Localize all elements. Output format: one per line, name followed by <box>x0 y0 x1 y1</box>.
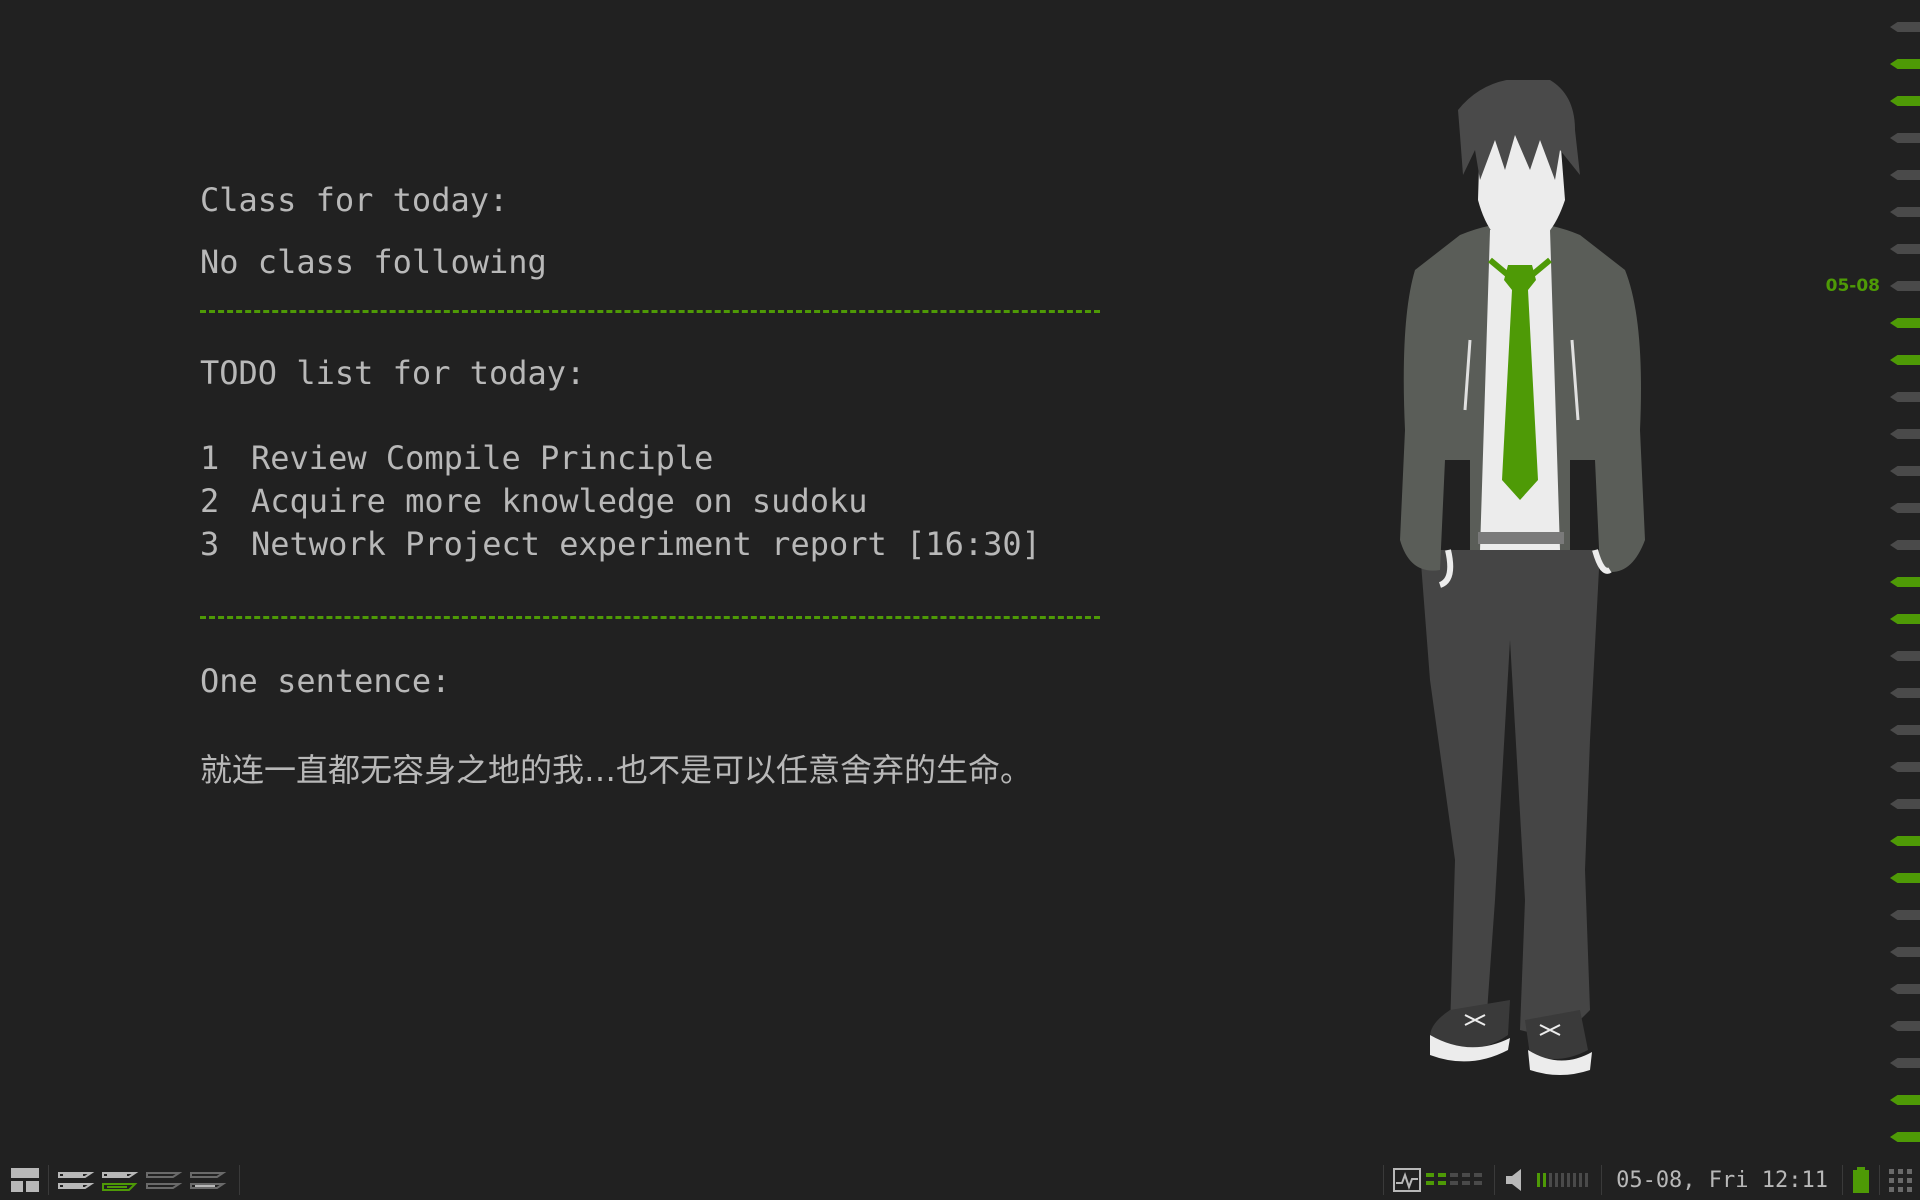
speaker-icon[interactable] <box>1503 1167 1531 1193</box>
cpu-usage-meter <box>1426 1173 1483 1185</box>
todo-text: Review Compile Principle <box>251 439 714 477</box>
divider <box>1601 1165 1603 1195</box>
timeline-mark <box>1890 651 1920 661</box>
todo-item: 2 Acquire more knowledge on sudoku <box>200 480 1120 523</box>
timeline-mark <box>1890 725 1920 735</box>
todo-item: 3 Network Project experiment report [16:… <box>200 523 1120 566</box>
timeline-mark <box>1890 688 1920 698</box>
timeline-mark <box>1890 984 1920 994</box>
timeline-mark <box>1890 762 1920 772</box>
timeline-mark <box>1890 910 1920 920</box>
todo-heading: TODO list for today: <box>200 354 586 392</box>
timeline-mark <box>1890 244 1920 254</box>
divider <box>1842 1165 1843 1195</box>
timeline-mark <box>1890 540 1920 550</box>
workspace-switcher <box>57 1167 231 1193</box>
workspace-2-icon[interactable] <box>101 1167 139 1193</box>
timeline-mark <box>1890 355 1920 365</box>
tile-layout-icon[interactable] <box>10 1167 40 1193</box>
timeline-mark <box>1890 577 1920 587</box>
grid-menu-icon[interactable] <box>1888 1167 1914 1193</box>
timeline-date-label: 05-08 <box>1825 276 1880 296</box>
sentence-text: 就连一直都无容身之地的我…也不是可以任意舍弃的生命。 <box>200 751 1033 789</box>
divider <box>239 1165 240 1195</box>
conky-text-panel: Class for today: No class following TODO… <box>200 180 1120 791</box>
timeline-mark <box>1890 614 1920 624</box>
workspace-3-icon[interactable] <box>145 1167 183 1193</box>
timeline-mark <box>1890 466 1920 476</box>
volume-level-bar[interactable] <box>1537 1167 1593 1193</box>
timeline-mark <box>1890 170 1920 180</box>
timeline-mark <box>1890 281 1920 291</box>
todo-number: 3 <box>200 525 220 563</box>
timeline-mark <box>1890 503 1920 513</box>
timeline-mark <box>1890 429 1920 439</box>
class-status: No class following <box>200 243 547 281</box>
timeline-mark <box>1890 1132 1920 1142</box>
timeline-mark <box>1890 799 1920 809</box>
divider <box>1879 1165 1880 1195</box>
timeline-mark <box>1890 1021 1920 1031</box>
workspace-1-icon[interactable] <box>57 1167 95 1193</box>
timeline-mark <box>1890 318 1920 328</box>
divider <box>1494 1165 1496 1195</box>
timeline-mark <box>1890 96 1920 106</box>
timeline-mark <box>1890 59 1920 69</box>
character-silhouette-image <box>1400 80 1645 1075</box>
system-monitor-icon[interactable] <box>1392 1167 1422 1193</box>
timeline-mark <box>1890 1095 1920 1105</box>
timeline-mark <box>1890 392 1920 402</box>
todo-text: Acquire more knowledge on sudoku <box>251 482 868 520</box>
timeline-mark <box>1890 873 1920 883</box>
status-bar: 05-08, Fri 12:11 <box>0 1160 1920 1200</box>
timeline-mark <box>1890 836 1920 846</box>
todo-number: 1 <box>200 439 220 477</box>
workspace-4-icon[interactable] <box>189 1167 227 1193</box>
clock[interactable]: 05-08, Fri 12:11 <box>1616 1168 1828 1193</box>
timeline-mark <box>1890 947 1920 957</box>
divider <box>1383 1165 1385 1195</box>
timeline-mark <box>1890 22 1920 32</box>
sentence-heading: One sentence: <box>200 662 451 700</box>
battery-icon[interactable] <box>1851 1166 1871 1194</box>
todo-number: 2 <box>200 482 220 520</box>
timeline-mark <box>1890 1058 1920 1068</box>
todo-item: 1 Review Compile Principle <box>200 437 1120 480</box>
timeline-mark <box>1890 207 1920 217</box>
divider <box>48 1165 49 1195</box>
todo-text: Network Project experiment report [16:30… <box>251 525 1041 563</box>
timeline-mark <box>1890 133 1920 143</box>
timeline-ruler <box>1880 0 1920 1160</box>
class-heading: Class for today: <box>200 181 509 219</box>
todo-list: 1 Review Compile Principle 2 Acquire mor… <box>200 437 1120 566</box>
